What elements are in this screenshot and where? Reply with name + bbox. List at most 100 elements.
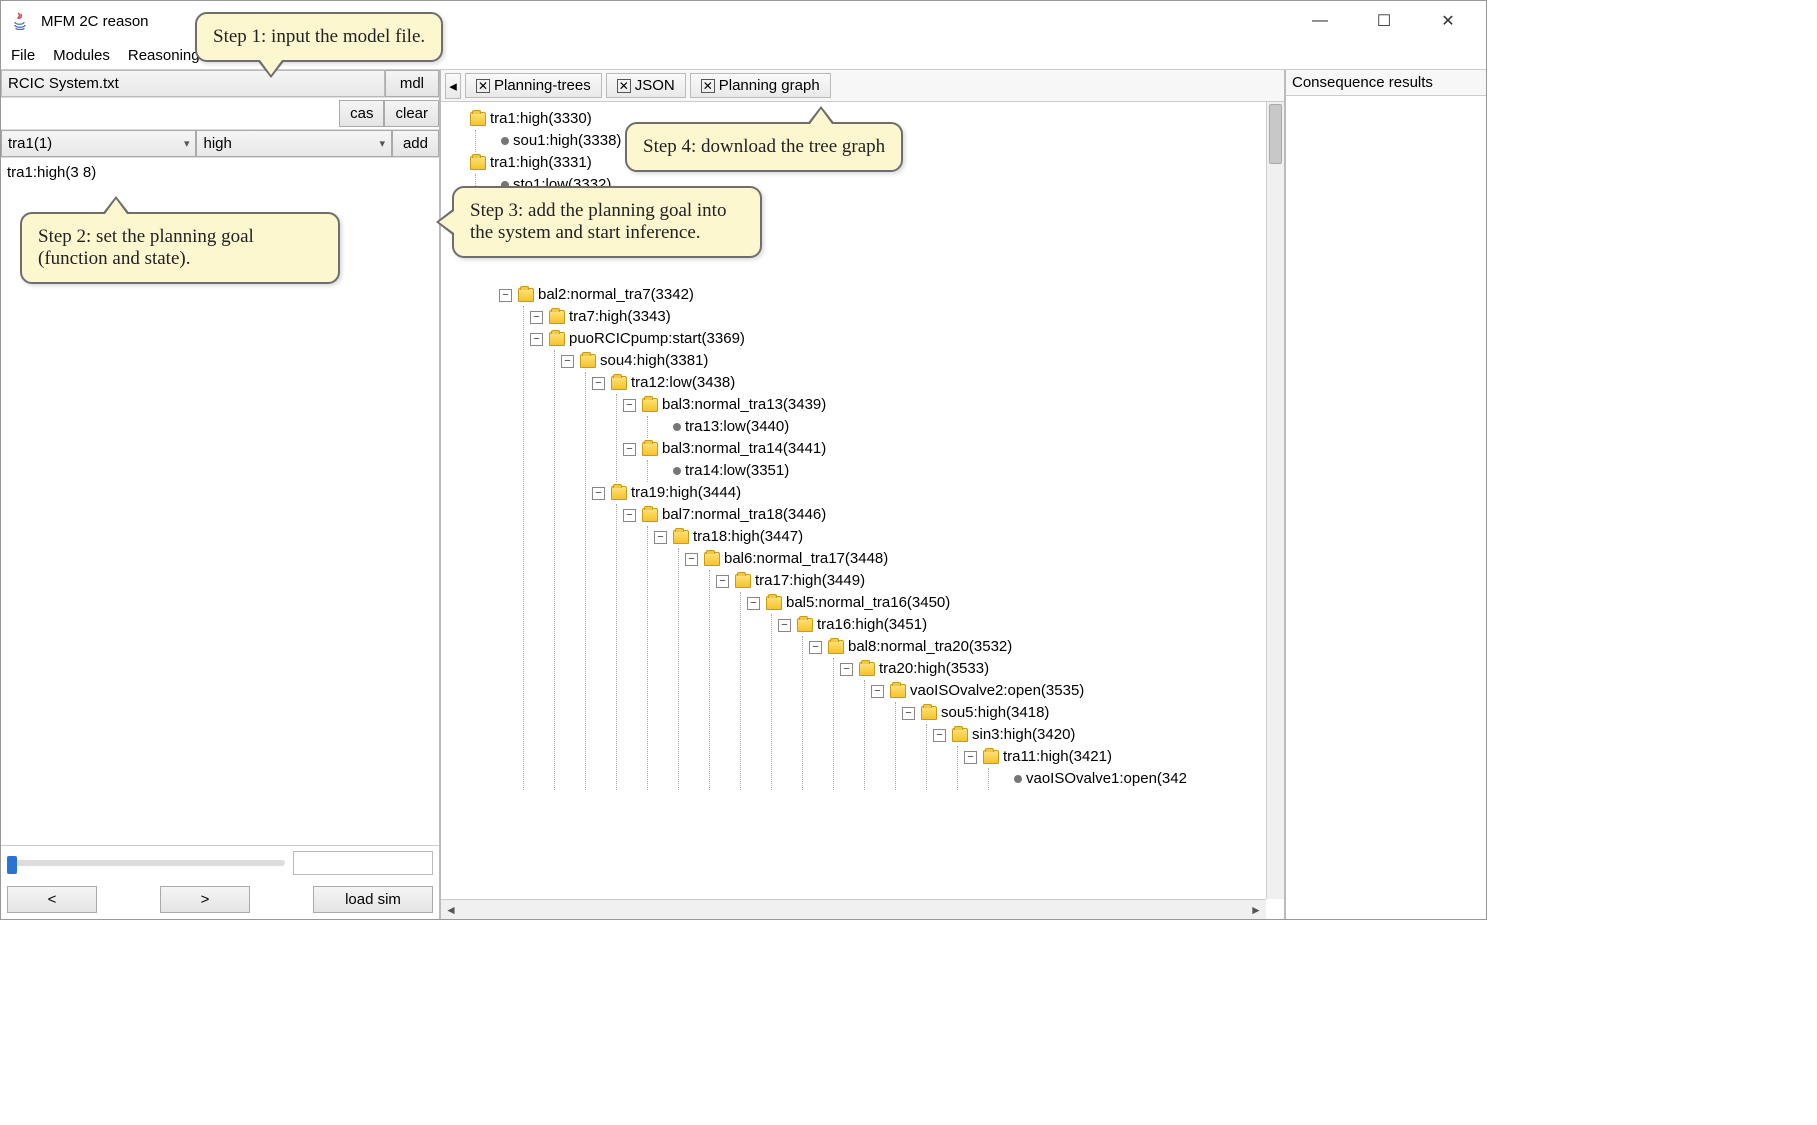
java-icon (9, 9, 33, 33)
cas-button[interactable]: cas (339, 100, 384, 127)
tree-node[interactable]: bal5:normal_tra16(3450) (786, 592, 950, 614)
collapse-icon[interactable]: − (592, 377, 605, 390)
collapse-icon[interactable]: − (871, 685, 884, 698)
tree-node[interactable]: sin3:high(3420) (972, 724, 1075, 746)
collapse-icon[interactable]: − (747, 597, 760, 610)
collapse-icon[interactable]: − (902, 707, 915, 720)
goal-item[interactable]: tra1:high(3 8) (7, 164, 433, 181)
sim-slider[interactable] (7, 860, 285, 866)
tab-overflow-left[interactable]: ◂ (445, 73, 461, 99)
collapse-icon[interactable]: − (809, 641, 822, 654)
tree-node[interactable]: bal6:normal_tra17(3448) (724, 548, 888, 570)
tree-node[interactable]: tra19:high(3444) (631, 482, 741, 504)
folder-icon (952, 728, 968, 742)
leaf-icon (673, 467, 681, 475)
folder-icon (704, 552, 720, 566)
tree-node[interactable]: bal7:normal_tra18(3446) (662, 504, 826, 526)
collapse-icon[interactable]: − (623, 399, 636, 412)
function-select[interactable]: tra1(1) ▾ (1, 130, 196, 157)
folder-icon (890, 684, 906, 698)
function-select-value: tra1(1) (8, 135, 52, 152)
folder-icon (470, 112, 486, 126)
menu-file[interactable]: File (7, 45, 39, 66)
callout-step4: Step 4: download the tree graph (625, 122, 903, 172)
menu-modules[interactable]: Modules (49, 45, 114, 66)
tree-node[interactable]: tra16:high(3451) (817, 614, 927, 636)
clear-button[interactable]: clear (384, 100, 439, 127)
tab-close-icon[interactable]: ✕ (617, 79, 631, 93)
folder-icon (611, 486, 627, 500)
close-button[interactable]: ✕ (1430, 7, 1466, 35)
left-pane: RCIC System.txt mdl cas clear tra1(1) ▾ … (1, 70, 441, 919)
tab-close-icon[interactable]: ✕ (701, 79, 715, 93)
tree-node[interactable]: tra1:high(3331) (490, 152, 592, 174)
tree-node[interactable]: sou5:high(3418) (941, 702, 1049, 724)
collapse-icon[interactable]: − (964, 751, 977, 764)
tab-json[interactable]: ✕JSON (606, 73, 686, 98)
tree-node[interactable]: tra1:high(3330) (490, 108, 592, 130)
tree-node[interactable]: tra14:low(3351) (685, 460, 789, 482)
folder-icon (549, 332, 565, 346)
collapse-icon[interactable]: − (933, 729, 946, 742)
tree-node[interactable]: tra20:high(3533) (879, 658, 989, 680)
leaf-icon (673, 423, 681, 431)
model-file-field[interactable]: RCIC System.txt (1, 70, 385, 97)
leaf-icon (501, 137, 509, 145)
tab-planning-graph[interactable]: ✕Planning graph (690, 73, 831, 98)
tree-node[interactable]: bal3:normal_tra14(3441) (662, 438, 826, 460)
tab-planning-trees[interactable]: ✕Planning-trees (465, 73, 602, 98)
tree-node[interactable]: tra13:low(3440) (685, 416, 789, 438)
tree-node[interactable]: tra11:high(3421) (1003, 746, 1112, 768)
collapse-icon[interactable]: − (499, 289, 512, 302)
tree-node[interactable]: bal8:normal_tra20(3532) (848, 636, 1012, 658)
mdl-button[interactable]: mdl (385, 70, 439, 97)
add-button[interactable]: add (392, 130, 439, 157)
tree-node[interactable]: tra12:low(3438) (631, 372, 735, 394)
tree-node[interactable]: tra18:high(3447) (693, 526, 803, 548)
chevron-down-icon: ▾ (379, 137, 385, 150)
collapse-icon[interactable]: − (530, 311, 543, 324)
prev-button[interactable]: < (7, 886, 97, 913)
collapse-icon[interactable]: − (654, 531, 667, 544)
collapse-icon[interactable]: − (530, 333, 543, 346)
maximize-button[interactable]: ☐ (1366, 7, 1402, 35)
tree-node[interactable]: tra17:high(3449) (755, 570, 865, 592)
folder-icon (642, 442, 658, 456)
tree-node[interactable]: sou4:high(3381) (600, 350, 708, 372)
folder-icon (797, 618, 813, 632)
collapse-icon[interactable]: − (561, 355, 574, 368)
state-select-value: high (203, 135, 231, 152)
folder-icon (642, 398, 658, 412)
tree-node[interactable]: vaoISOvalve1:open(342 (1026, 768, 1187, 790)
sim-value-field[interactable] (293, 851, 433, 875)
next-button[interactable]: > (160, 886, 250, 913)
tree-node[interactable]: bal2:normal_tra7(3342) (538, 284, 694, 306)
tree-node[interactable]: vaoISOvalve2:open(3535) (910, 680, 1084, 702)
folder-icon (921, 706, 937, 720)
collapse-icon[interactable]: − (716, 575, 729, 588)
collapse-icon[interactable]: − (778, 619, 791, 632)
tab-bar: ◂ ✕Planning-trees ✕JSON ✕Planning graph (441, 70, 1284, 102)
collapse-icon[interactable]: − (592, 487, 605, 500)
minimize-button[interactable]: — (1302, 7, 1338, 35)
folder-icon (983, 750, 999, 764)
chevron-down-icon: ▾ (184, 137, 190, 150)
folder-icon (549, 310, 565, 324)
state-select[interactable]: high ▾ (196, 130, 391, 157)
folder-icon (859, 662, 875, 676)
tree-node[interactable]: puoRCICpump:start(3369) (569, 328, 745, 350)
vertical-scrollbar[interactable] (1266, 102, 1284, 899)
menu-reasoning[interactable]: Reasoning (124, 45, 204, 66)
collapse-icon[interactable]: − (623, 443, 636, 456)
collapse-icon[interactable]: − (840, 663, 853, 676)
load-sim-button[interactable]: load sim (313, 886, 433, 913)
callout-step1: Step 1: input the model file. (195, 12, 443, 62)
collapse-icon[interactable]: − (623, 509, 636, 522)
consequence-panel: Consequence results (1286, 70, 1486, 919)
tree-node[interactable]: bal3:normal_tra13(3439) (662, 394, 826, 416)
tree-node[interactable]: sou1:high(3338) (513, 130, 621, 152)
tab-close-icon[interactable]: ✕ (476, 79, 490, 93)
tree-node[interactable]: tra7:high(3343) (569, 306, 671, 328)
collapse-icon[interactable]: − (685, 553, 698, 566)
horizontal-scrollbar[interactable]: ◄► (441, 899, 1266, 919)
